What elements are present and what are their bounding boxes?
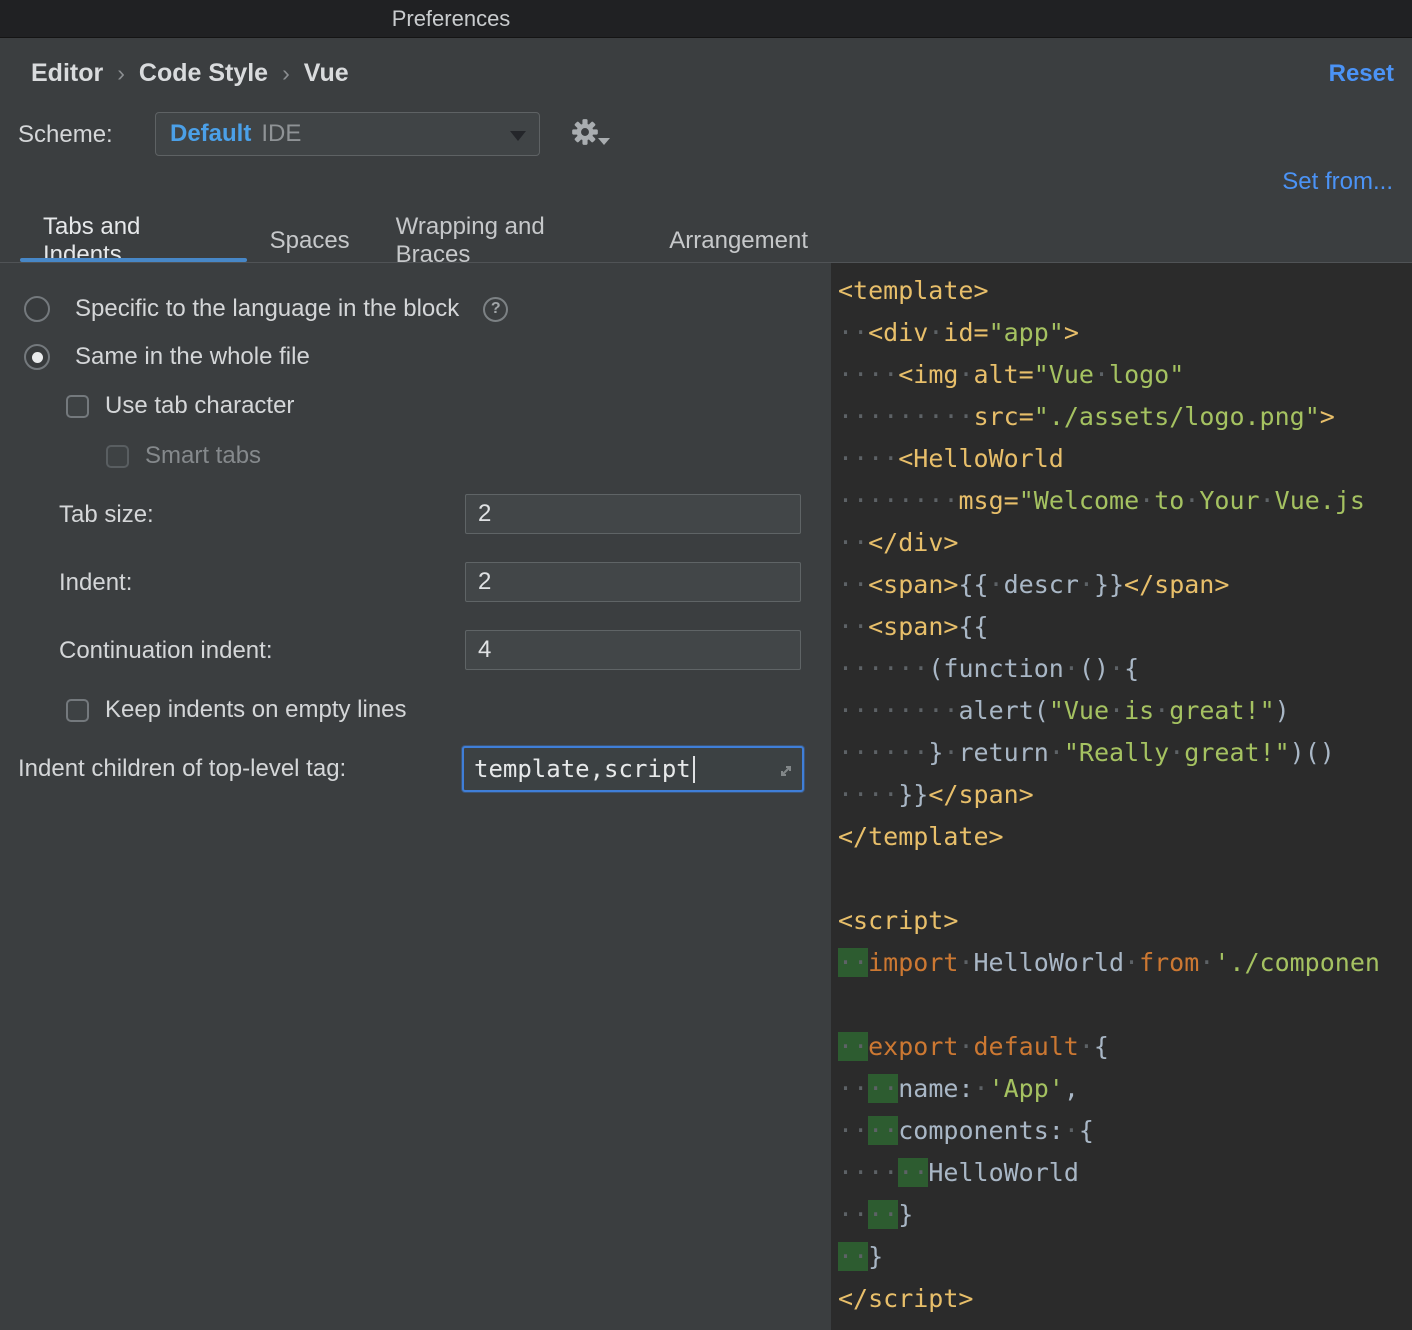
- radio-row-whole-file: Same in the whole file: [24, 343, 310, 371]
- scheme-ide-badge: IDE: [261, 120, 301, 148]
- tab-label: Spaces: [270, 227, 350, 255]
- gear-icon: [571, 118, 599, 146]
- chevron-down-icon: [598, 138, 610, 145]
- indent-input[interactable]: [465, 562, 801, 602]
- breadcrumb-editor[interactable]: Editor: [31, 59, 103, 88]
- breadcrumb-code-style[interactable]: Code Style: [139, 59, 268, 88]
- text-cursor: [693, 756, 695, 783]
- tab-label: Tabs and Indents: [43, 213, 224, 269]
- tab-label: Wrapping and Braces: [396, 213, 624, 269]
- scheme-label: Scheme:: [18, 121, 113, 149]
- smart-tabs-label: Smart tabs: [145, 442, 261, 470]
- use-tab-character-label: Use tab character: [105, 392, 294, 420]
- preferences-window: Preferences Editor › Code Style › Vue Re…: [0, 0, 1412, 1330]
- code-editor: <template>··<div·id="app">····<img·alt="…: [831, 263, 1412, 1320]
- radio-specific-language-label: Specific to the language in the block: [75, 295, 459, 323]
- indent-children-input[interactable]: template,script: [462, 746, 804, 792]
- radio-same-whole-file[interactable]: [24, 344, 50, 370]
- tab-tabs-and-indents[interactable]: Tabs and Indents: [20, 220, 247, 262]
- tab-wrapping-and-braces[interactable]: Wrapping and Braces: [373, 220, 647, 262]
- checkbox-keep-indents[interactable]: [66, 699, 89, 722]
- tab-size-label: Tab size:: [59, 501, 154, 529]
- tab-arrangement[interactable]: Arrangement: [646, 220, 831, 262]
- breadcrumb-vue: Vue: [304, 59, 349, 88]
- expand-field-icon[interactable]: [776, 761, 796, 786]
- tab-label: Arrangement: [669, 227, 808, 255]
- scheme-dropdown[interactable]: Default IDE: [155, 112, 540, 156]
- continuation-indent-label: Continuation indent:: [59, 637, 273, 665]
- tabs-and-indents-settings-panel: Specific to the language in the block ? …: [0, 263, 831, 1330]
- checkbox-use-tab-character[interactable]: [66, 395, 89, 418]
- help-icon[interactable]: ?: [483, 297, 508, 322]
- chevron-right-icon: ›: [117, 60, 125, 87]
- checkbox-row-use-tab: Use tab character: [66, 392, 294, 420]
- indent-children-label: Indent children of top-level tag:: [18, 755, 346, 783]
- continuation-indent-input[interactable]: [465, 630, 801, 670]
- tab-size-input[interactable]: [465, 494, 801, 534]
- radio-selected-dot: [32, 352, 43, 363]
- indent-children-value: template,script: [474, 755, 691, 783]
- breadcrumb: Editor › Code Style › Vue: [31, 57, 349, 89]
- radio-whole-file-label: Same in the whole file: [75, 343, 310, 371]
- code-style-tabs: Tabs and Indents Spaces Wrapping and Bra…: [0, 220, 831, 262]
- checkbox-smart-tabs[interactable]: [106, 445, 129, 468]
- scheme-selected-value: Default: [170, 120, 251, 148]
- checkbox-row-keep-indents: Keep indents on empty lines: [66, 696, 407, 724]
- titlebar: Preferences: [0, 0, 1412, 38]
- radio-row-specific-language: Specific to the language in the block ?: [24, 295, 508, 323]
- keep-indents-label: Keep indents on empty lines: [105, 696, 407, 724]
- checkbox-row-smart-tabs: Smart tabs: [106, 442, 261, 470]
- chevron-down-icon: [510, 131, 526, 141]
- reset-link[interactable]: Reset: [1329, 60, 1394, 88]
- chevron-right-icon: ›: [282, 60, 290, 87]
- radio-specific-language[interactable]: [24, 296, 50, 322]
- set-from-link[interactable]: Set from...: [1282, 168, 1393, 196]
- window-title: Preferences: [0, 0, 902, 38]
- scheme-settings-button[interactable]: [571, 118, 615, 152]
- indent-label: Indent:: [59, 569, 132, 597]
- tab-spaces[interactable]: Spaces: [247, 220, 373, 262]
- code-preview-panel: <template>··<div·id="app">····<img·alt="…: [831, 263, 1412, 1330]
